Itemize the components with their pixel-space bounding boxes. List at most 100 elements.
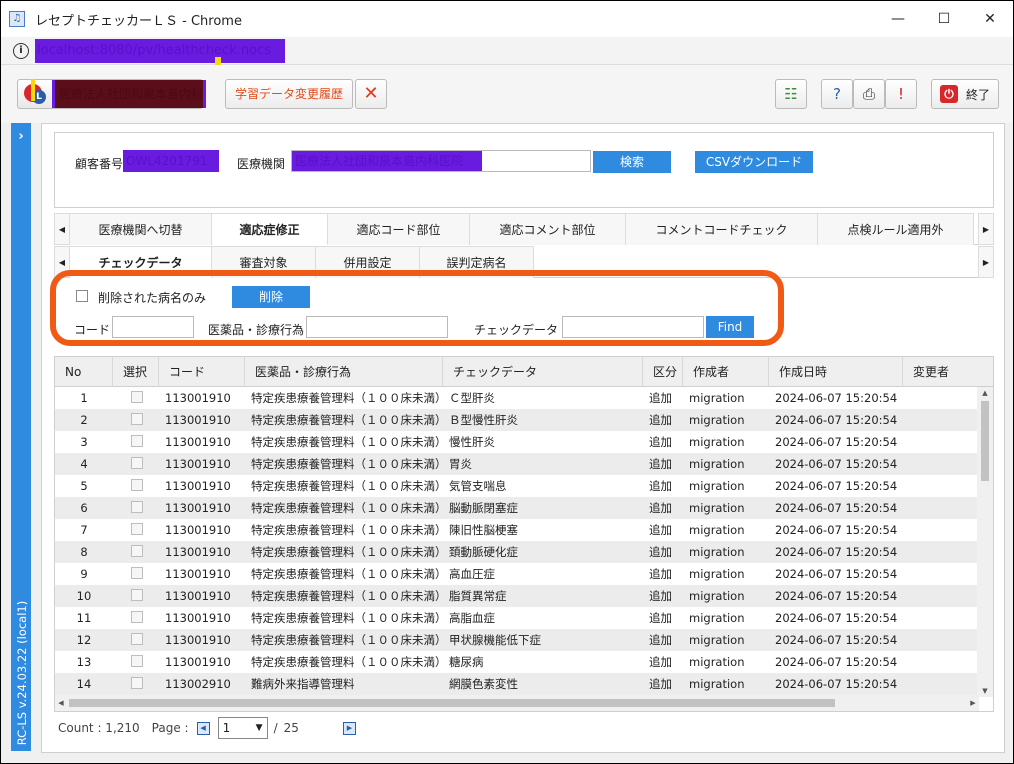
horizontal-scrollbar[interactable]: ◀ ▶ (55, 695, 979, 711)
vertical-scroll-thumb[interactable] (981, 401, 989, 481)
tab-indication-code[interactable]: 適応コード部位 (328, 213, 470, 245)
table-row[interactable]: 9 113001910 特定疾患療養管理料（１００床未満） 高血圧症 追加 migrati… (55, 563, 979, 585)
row-select-checkbox[interactable] (131, 479, 143, 491)
subtab-scroll-right-icon[interactable]: ▶ (978, 246, 994, 278)
report-icon[interactable]: ! (885, 79, 917, 109)
row-select-checkbox[interactable] (131, 523, 143, 535)
row-select-checkbox[interactable] (131, 413, 143, 425)
cell-creator: migration (689, 523, 745, 537)
scroll-right-icon[interactable]: ▶ (967, 695, 979, 711)
exit-button[interactable]: ⏻ 終了 (931, 79, 999, 109)
row-select-checkbox[interactable] (131, 391, 143, 403)
csv-download-button[interactable]: CSVダウンロード (695, 151, 813, 173)
column-header-no[interactable]: No (55, 357, 113, 387)
url-text[interactable]: localhost:8080/pv/healthcheck.nocs (35, 38, 285, 63)
row-select-checkbox[interactable] (131, 677, 143, 689)
medicine-input[interactable] (306, 316, 448, 338)
tab-indication-fix[interactable]: 適応症修正 (212, 213, 328, 245)
delete-button[interactable]: 削除 (232, 286, 310, 308)
column-header-creator[interactable]: 作成者 (683, 357, 769, 387)
table-row[interactable]: 13 113001910 特定疾患療養管理料（１００床未満） 糖尿病 追加 migrati… (55, 651, 979, 673)
tab-scroll-left-icon[interactable]: ◀ (54, 213, 70, 245)
close-window-button[interactable]: ✕ (967, 1, 1013, 37)
institution-value: 医療法人社団和泉本島内科医院 (292, 151, 482, 171)
table-row[interactable]: 7 113001910 特定疾患療養管理料（１００床未満） 陳旧性脳梗塞 追加 migra… (55, 519, 979, 541)
column-header-check-data[interactable]: チェックデータ (443, 357, 643, 387)
scroll-up-icon[interactable]: ▲ (977, 387, 993, 399)
print-icon[interactable]: ⎙ (853, 79, 885, 109)
title-bar: ♫ レセプトチェッカーＬＳ - Chrome — ☐ ✕ (1, 1, 1013, 37)
tab-scroll-right-icon[interactable]: ▶ (978, 213, 994, 245)
cell-code: 113001910 (165, 567, 231, 581)
cell-check-data: 頚動脈硬化症 (449, 545, 518, 559)
deleted-only-checkbox[interactable] (76, 290, 88, 302)
row-select-checkbox[interactable] (131, 655, 143, 667)
row-select-checkbox[interactable] (131, 545, 143, 557)
vertical-scrollbar[interactable]: ▲ ▼ (977, 387, 993, 697)
table-row[interactable]: 12 113001910 特定疾患療養管理料（１００床未満） 甲状腺機能低下症 追加 mi… (55, 629, 979, 651)
table-row[interactable]: 5 113001910 特定疾患療養管理料（１００床未満） 気管支喘息 追加 migrat… (55, 475, 979, 497)
cell-created-at: 2024-06-07 15:20:54 (775, 545, 898, 559)
minimize-button[interactable]: — (875, 1, 921, 37)
table-row[interactable]: 11 113001910 特定疾患療養管理料（１００床未満） 高脂血症 追加 migrat… (55, 607, 979, 629)
cell-created-at: 2024-06-07 15:20:54 (775, 677, 898, 691)
scroll-down-icon[interactable]: ▼ (977, 685, 993, 697)
column-header-modifier[interactable]: 変更者 (903, 357, 993, 387)
cell-creator: migration (689, 501, 745, 515)
row-select-checkbox[interactable] (131, 435, 143, 447)
next-page-icon[interactable]: ▶ (342, 721, 356, 735)
row-select-checkbox[interactable] (131, 589, 143, 601)
horizontal-scroll-thumb[interactable] (69, 699, 835, 707)
cell-code: 113001910 (165, 633, 231, 647)
tab-misjudged-disease[interactable]: 誤判定病名 (420, 246, 534, 278)
page-select[interactable]: 1 ▼ (217, 717, 268, 739)
chevron-right-icon[interactable]: › (11, 129, 31, 144)
column-header-code[interactable]: コード (159, 357, 245, 387)
cell-check-data: 胃炎 (449, 457, 472, 471)
cell-creator: migration (689, 589, 745, 603)
table-row[interactable]: 3 113001910 特定疾患療養管理料（１００床未満） 慢性肝炎 追加 migrati… (55, 431, 979, 453)
prev-page-icon[interactable]: ◀ (196, 721, 210, 735)
table-row[interactable]: 4 113001910 特定疾患療養管理料（１００床未満） 胃炎 追加 migration… (55, 453, 979, 475)
table-row[interactable]: 8 113001910 特定疾患療養管理料（１００床未満） 頚動脈硬化症 追加 migra… (55, 541, 979, 563)
clear-icon[interactable]: ✕ (355, 79, 387, 109)
search-button[interactable]: 検索 (593, 151, 671, 173)
cell-code: 113001910 (165, 435, 231, 449)
table-row[interactable]: 14 113002910 難病外来指導管理料 網膜色素変性 追加 migration 202… (55, 673, 979, 695)
tab-review-target[interactable]: 審査対象 (212, 246, 316, 278)
row-select-checkbox[interactable] (131, 633, 143, 645)
row-select-checkbox[interactable] (131, 567, 143, 579)
table-row[interactable]: 1 113001910 特定疾患療養管理料（１００床未満） Ｃ型肝炎 追加 migrati… (55, 387, 979, 409)
table-row[interactable]: 10 113001910 特定疾患療養管理料（１００床未満） 脂質異常症 追加 migra… (55, 585, 979, 607)
cell-creator: migration (689, 633, 745, 647)
column-header-select[interactable]: 選択 (113, 357, 159, 387)
help-icon[interactable]: ? (821, 79, 853, 109)
tab-combination[interactable]: 併用設定 (316, 246, 420, 278)
column-header-created-at[interactable]: 作成日時 (769, 357, 903, 387)
maximize-button[interactable]: ☐ (921, 1, 967, 37)
institution-input[interactable]: 医療法人社団和泉本島内科医院 (291, 150, 591, 172)
row-select-checkbox[interactable] (131, 457, 143, 469)
tab-rule-exclusion[interactable]: 点検ルール適用外 (818, 213, 974, 245)
subtab-scroll-left-icon[interactable]: ◀ (54, 246, 70, 278)
info-icon[interactable]: i (13, 42, 29, 59)
learning-history-button[interactable]: 学習データ変更履歴 (225, 79, 353, 109)
user-button[interactable]: L 医療法人社団和泉本島内科医院 (17, 79, 206, 109)
tab-indication-comment[interactable]: 適応コメント部位 (470, 213, 626, 245)
table-row[interactable]: 6 113001910 特定疾患療養管理料（１００床未満） 脳動脈閉塞症 追加 migra… (55, 497, 979, 519)
side-panel-toggle[interactable]: › RC-LS v.24.03.22 (local1) (11, 123, 31, 751)
tab-check-data[interactable]: チェックデータ (70, 246, 212, 278)
column-header-medicine[interactable]: 医薬品・診療行為 (245, 357, 443, 387)
table-row[interactable]: 2 113001910 特定疾患療養管理料（１００床未満） Ｂ型慢性肝炎 追加 migra… (55, 409, 979, 431)
row-select-checkbox[interactable] (131, 611, 143, 623)
check-data-input[interactable] (562, 316, 704, 338)
tab-comment-code-check[interactable]: コメントコードチェック (626, 213, 818, 245)
scroll-left-icon[interactable]: ◀ (55, 695, 67, 711)
filter-area: 削除された病名のみ 削除 コード 医薬品・診療行為 チェックデータ Find (54, 280, 994, 346)
row-select-checkbox[interactable] (131, 501, 143, 513)
find-button[interactable]: Find (706, 316, 754, 338)
tab-switch-institution[interactable]: 医療機関へ切替 (70, 213, 212, 245)
code-input[interactable] (112, 316, 194, 338)
column-header-kubun[interactable]: 区分 (643, 357, 683, 387)
list-settings-icon[interactable]: ☷ (775, 79, 807, 109)
